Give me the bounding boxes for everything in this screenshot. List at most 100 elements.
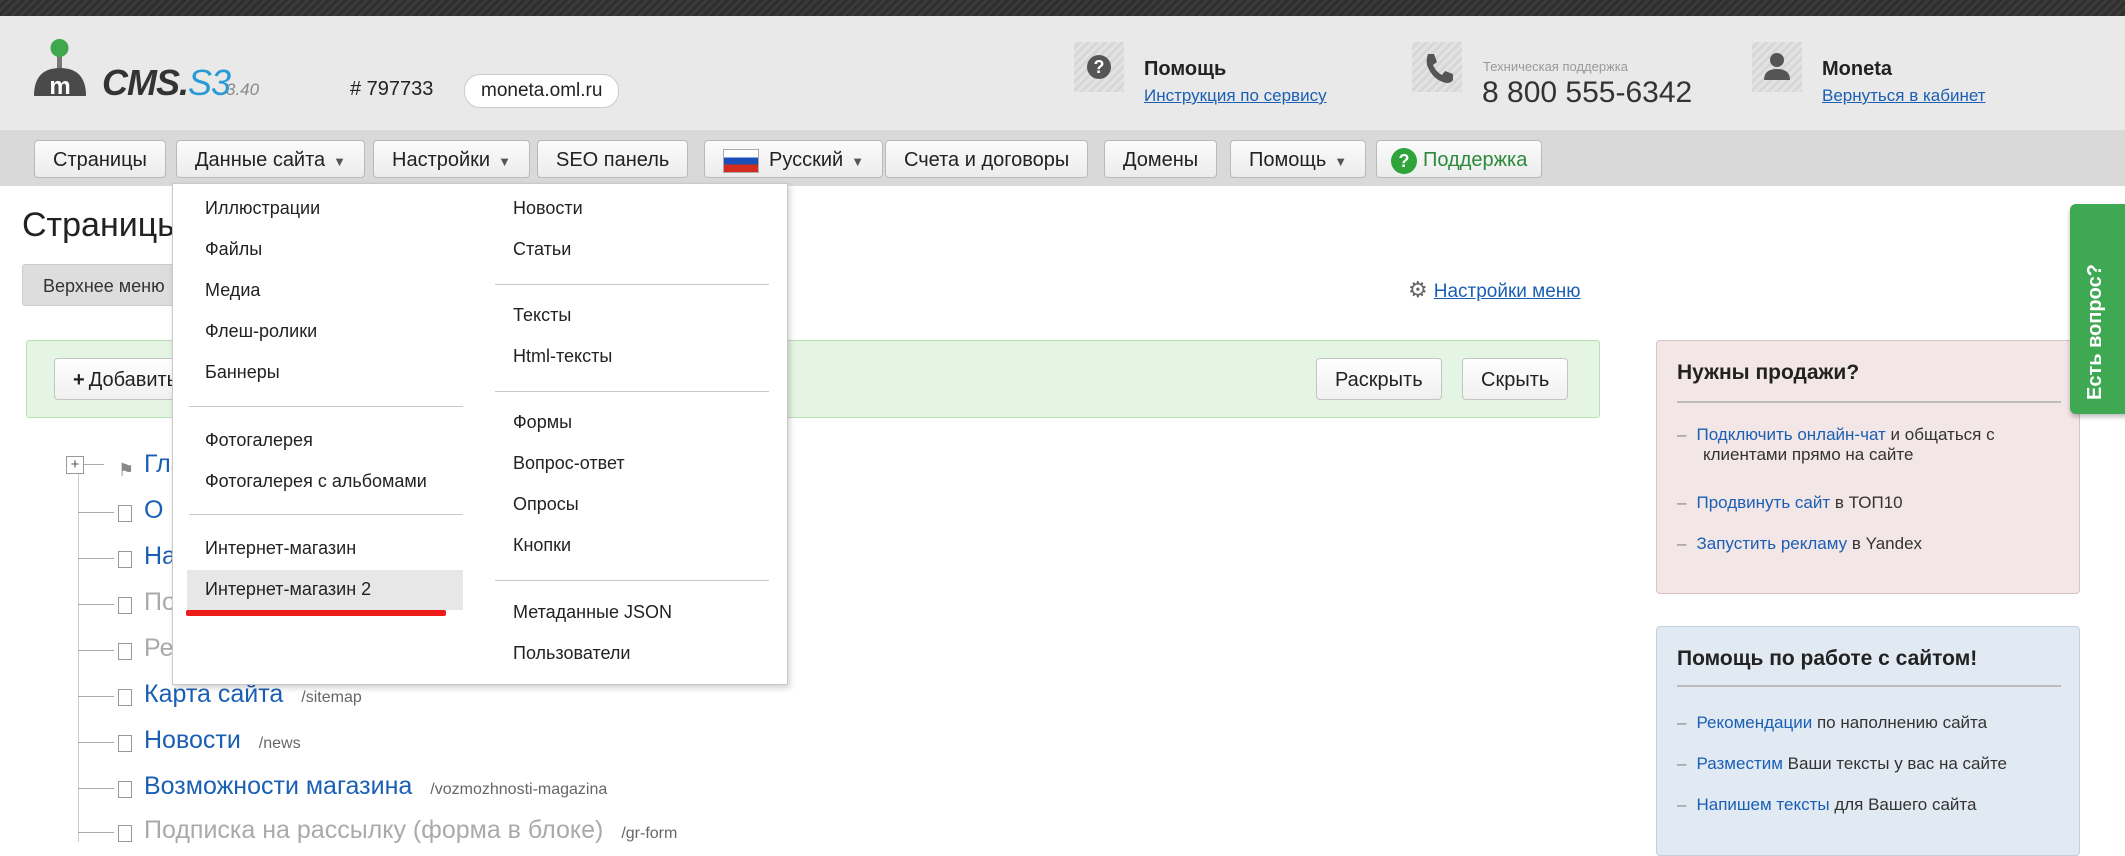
question-tab[interactable]: Есть вопрос? xyxy=(2070,204,2125,414)
help-title: Помощь xyxy=(1144,58,1227,80)
dropdown-separator xyxy=(495,391,769,392)
promote-site-link[interactable]: Продвинуть сайт xyxy=(1696,493,1830,512)
question-icon: ? xyxy=(1391,147,1417,174)
list-item: – Рекомендации по наполнению сайта xyxy=(1677,713,1988,732)
nav-support-label: Поддержка xyxy=(1423,149,1528,171)
nav-domains-button[interactable]: Домены xyxy=(1104,140,1218,178)
online-chat-link[interactable]: Подключить онлайн-чат xyxy=(1696,425,1885,444)
dropdown-item-highlighted[interactable]: Интернет-магазин 2 xyxy=(205,579,371,600)
page-icon xyxy=(118,735,132,753)
domain-pill[interactable]: moneta.oml.ru xyxy=(464,74,620,108)
dropdown-item[interactable]: Интернет-магазин xyxy=(205,538,356,559)
nav-site-data-label: Данные сайта xyxy=(195,149,326,171)
place-texts-link[interactable]: Разместим xyxy=(1696,754,1782,773)
nav-site-data-button[interactable]: Данные сайта ▼ xyxy=(176,140,366,178)
page-icon xyxy=(118,825,132,843)
dropdown-item[interactable]: Фотогалерея xyxy=(205,430,313,451)
phone-icon xyxy=(1412,42,1462,92)
logo-icon[interactable]: m xyxy=(30,38,90,102)
help-icon: ? xyxy=(1074,42,1124,92)
tree-row: Возможности магазина/vozmozhnosti-magazi… xyxy=(118,772,607,801)
dropdown-item[interactable]: Флеш-ролики xyxy=(205,321,317,342)
dropdown-item[interactable]: Вопрос-ответ xyxy=(513,453,625,474)
dropdown-separator xyxy=(189,514,463,515)
help-instructions-link[interactable]: Инструкция по сервису xyxy=(1144,86,1327,106)
nav-pages-button[interactable]: Страницы xyxy=(34,140,166,178)
page-title: Страницы xyxy=(22,206,182,244)
tree-connector xyxy=(78,604,114,605)
nav-settings-button[interactable]: Настройки ▼ xyxy=(373,140,530,178)
dropdown-item[interactable]: Опросы xyxy=(513,494,579,515)
page-icon xyxy=(118,505,132,523)
expand-button[interactable]: Раскрыть xyxy=(1316,358,1442,400)
dropdown-item[interactable]: Фотогалерея с альбомами xyxy=(205,471,427,492)
tree-page-link[interactable]: Подписка на рассылку (форма в блоке) xyxy=(144,816,603,844)
dropdown-item[interactable]: Файлы xyxy=(205,239,262,260)
chevron-down-icon: ▼ xyxy=(1334,154,1348,169)
nav-help-button[interactable]: Помощь ▼ xyxy=(1230,140,1367,178)
russia-flag-icon xyxy=(723,148,759,173)
dropdown-item[interactable]: Статьи xyxy=(513,239,571,260)
expand-node-icon[interactable]: + xyxy=(66,456,84,474)
launch-ads-link[interactable]: Запустить рекламу xyxy=(1696,534,1847,553)
dropdown-separator xyxy=(189,406,463,407)
chevron-down-icon: ▼ xyxy=(498,154,511,169)
nav-seo-button[interactable]: SEO панель xyxy=(537,140,689,178)
list-item: – Запустить рекламу в Yandex xyxy=(1677,534,1923,553)
page-icon xyxy=(118,781,132,799)
back-to-cabinet-link[interactable]: Вернуться в кабинет xyxy=(1822,86,1986,106)
divider xyxy=(1677,401,2061,403)
tree-page-path: /news xyxy=(258,735,301,752)
tree-line xyxy=(78,473,79,842)
recommendations-link[interactable]: Рекомендации xyxy=(1696,713,1812,732)
nav-help-label: Помощь xyxy=(1249,149,1327,171)
dropdown-separator xyxy=(495,580,769,581)
tab-top-menu[interactable]: Верхнее меню xyxy=(22,264,182,306)
collapse-button[interactable]: Скрыть xyxy=(1462,358,1569,400)
dropdown-item[interactable]: Баннеры xyxy=(205,362,280,383)
page-icon xyxy=(118,597,132,615)
dropdown-item[interactable]: Формы xyxy=(513,412,572,433)
plus-icon: + xyxy=(73,369,85,391)
dropdown-item[interactable]: Тексты xyxy=(513,305,571,326)
tree-page-path: /sitemap xyxy=(301,689,362,706)
nav-billing-button[interactable]: Счета и договоры xyxy=(885,140,1089,178)
dropdown-item[interactable]: Метаданные JSON xyxy=(513,602,672,623)
nav-language-select[interactable]: Русский ▼ xyxy=(704,140,884,178)
tree-connector xyxy=(78,742,114,743)
support-phone: 8 800 555-6342 xyxy=(1482,76,1693,109)
tree-page-path: /vozmozhnosti-magazina xyxy=(430,781,608,798)
tree-connector xyxy=(84,464,104,465)
tree-page-link[interactable]: Новости xyxy=(144,726,241,754)
logo-text-main: CMS. xyxy=(102,62,189,103)
user-name: Moneta xyxy=(1822,58,1892,80)
list-item: – Разместим Ваши тексты у вас на сайте xyxy=(1677,754,2008,773)
tree-connector xyxy=(78,832,114,833)
page-icon xyxy=(118,689,132,707)
sales-box-title: Нужны продажи? xyxy=(1677,361,1860,384)
tree-page-link[interactable]: Возможности магазина xyxy=(144,772,412,800)
main-nav: Страницы Данные сайта ▼ Настройки ▼ SEO па… xyxy=(0,130,2125,186)
write-texts-link[interactable]: Напишем тексты xyxy=(1696,795,1829,814)
dropdown-item[interactable]: Html-тексты xyxy=(513,346,612,367)
dropdown-item[interactable]: Новости xyxy=(513,198,583,219)
nav-settings-label: Настройки xyxy=(392,149,491,171)
version-label: 3.40 xyxy=(226,80,260,99)
nav-seo-label: SEO панель xyxy=(556,149,670,171)
header: m CMS.S3 3.40 # 797733 moneta.oml.ru ? П… xyxy=(0,16,2125,130)
dropdown-item[interactable]: Медиа xyxy=(205,280,260,301)
user-icon xyxy=(1752,42,1802,92)
question-tab-label: Есть вопрос? xyxy=(2084,264,2106,400)
nav-support-button[interactable]: ? Поддержка xyxy=(1376,140,1543,178)
nav-domains-label: Домены xyxy=(1123,149,1199,171)
red-underline-annotation xyxy=(186,610,446,616)
tree-row: Новости/news xyxy=(118,726,301,755)
tree-connector xyxy=(78,558,114,559)
dropdown-item[interactable]: Пользователи xyxy=(513,643,630,664)
dropdown-item[interactable]: Иллюстрации xyxy=(205,198,320,219)
menu-settings-link[interactable]: ⚙ Настройки меню xyxy=(1408,277,1581,303)
gear-icon: ⚙ xyxy=(1408,277,1428,302)
add-page-label: Добавить xyxy=(88,369,178,391)
dropdown-item[interactable]: Кнопки xyxy=(513,535,571,556)
tree-connector xyxy=(78,788,114,789)
